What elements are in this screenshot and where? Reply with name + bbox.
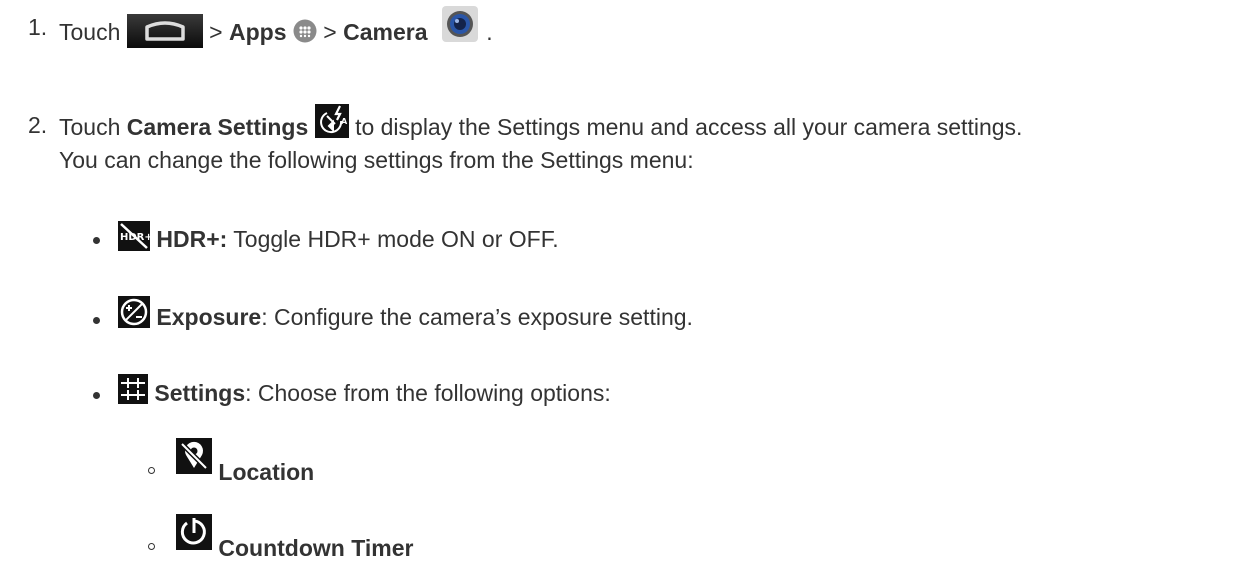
step-1-separator-1: > [209,19,223,46]
countdown-timer-icon [176,514,212,550]
setting-hdr-desc: Toggle HDR+ mode ON or OFF. [233,226,559,252]
step-2-text: Touch Camera Settings A to display the S… [59,104,1023,146]
bullet [93,317,100,324]
option-location: Location [176,438,315,486]
option-countdown-timer: Countdown Timer [176,514,414,562]
step-2-number: 2. [28,112,48,138]
step-1-number: 1. [28,14,48,40]
location-off-icon [176,438,212,474]
setting-settings-desc: : Choose from the following options: [245,380,611,406]
camera-settings-icon: A [314,104,349,138]
option-countdown-timer-label: Countdown Timer [218,535,414,562]
setting-hdr-label: HDR+: [156,226,228,252]
step-2-rest: to display the Settings menu and access … [355,114,1023,141]
svg-text:A: A [341,117,348,126]
setting-exposure: Exposure: Configure the camera’s exposur… [118,296,693,335]
camera-label: Camera [343,19,428,46]
step-2-line-2: You can change the following settings fr… [59,147,694,173]
step-1-separator-2: > [323,19,337,46]
home-icon [126,14,203,48]
setting-exposure-desc: : Configure the camera’s exposure settin… [261,304,693,331]
bullet [93,392,100,399]
setting-exposure-label: Exposure [156,304,262,331]
apps-icon [293,19,317,43]
tune-settings-icon [118,373,148,404]
option-location-label: Location [218,459,315,486]
step-1-touch: Touch [59,19,121,46]
step-1-text: Touch > Apps > Camera . [59,6,493,54]
step-2-touch: Touch [59,114,121,141]
camera-settings-label: Camera Settings [126,114,309,141]
setting-settings-label: Settings [154,380,246,406]
step-1-end: . [486,19,493,46]
sub-bullet [148,543,155,550]
apps-label: Apps [228,19,287,46]
bullet [93,237,100,244]
sub-bullet [148,467,155,474]
hdr-plus-off-icon: HDR+ [118,220,153,251]
setting-settings: Settings: Choose from the following opti… [118,373,611,410]
exposure-icon [118,296,150,328]
setting-hdr: HDR+ HDR+: Toggle HDR+ mode ON or OFF. [118,220,559,256]
camera-app-icon [440,4,480,44]
